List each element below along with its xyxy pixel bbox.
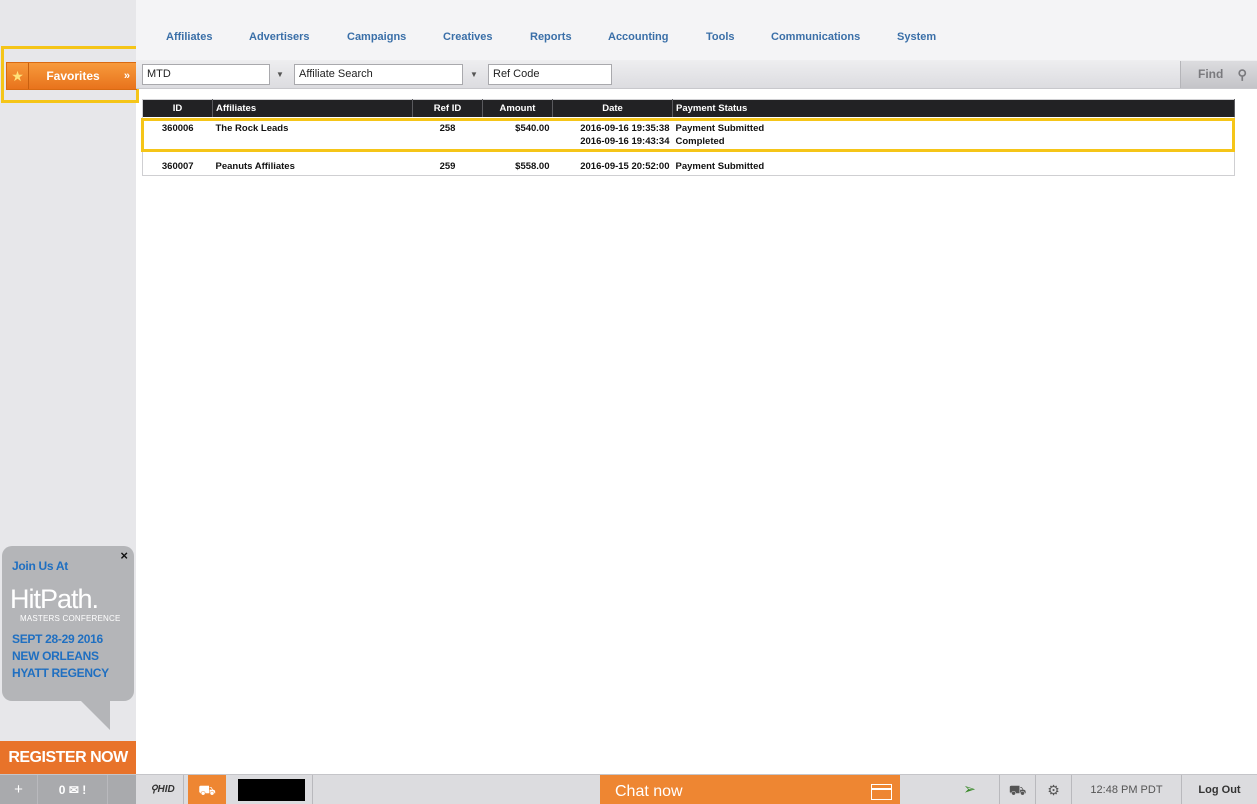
cell-ref-id: 258	[439, 122, 456, 134]
promo-join-text: Join Us At	[12, 559, 68, 573]
cell-amount: $540.00	[515, 122, 550, 134]
mail-alert: !	[82, 783, 87, 797]
nav-creatives[interactable]: Creatives	[443, 31, 493, 43]
table-header-row: ID Affiliates Ref ID Amount Date Payment…	[142, 99, 1235, 117]
favorites-button[interactable]: ★ Favorites »	[6, 62, 137, 90]
ref-code-input[interactable]: Ref Code	[488, 64, 612, 85]
period-select[interactable]: MTD	[142, 64, 270, 85]
cell-id: 360006	[161, 122, 194, 134]
conference-promo[interactable]: × Join Us At HitPath. MASTERS CONFERENCE…	[2, 546, 134, 701]
star-icon: ★	[7, 63, 29, 89]
hid-search-button[interactable]: ⚲HID	[142, 775, 184, 804]
promo-dates: SEPT 28-29 2016	[12, 632, 103, 646]
cell-affiliate[interactable]: Peanuts Affiliates	[213, 157, 413, 176]
cell-amount: $558.00	[515, 160, 550, 172]
left-sidebar: ★ Favorites » × Join Us At HitPath. MAST…	[0, 0, 139, 774]
col-header-payment-status[interactable]: Payment Status	[672, 99, 1235, 117]
register-now-button[interactable]: REGISTER NOW	[0, 741, 136, 774]
log-out-button[interactable]: Log Out	[1182, 775, 1257, 804]
nav-accounting[interactable]: Accounting	[608, 31, 669, 43]
status-line: Completed	[675, 135, 725, 147]
bottom-bar: + 0 ✉ ! ⚲HID ⛟ Chat now ➢ ⛟ ⚙ 12:48 PM P…	[0, 774, 1257, 804]
favorites-highlight: ★ Favorites »	[1, 46, 139, 103]
add-button[interactable]: +	[0, 775, 38, 804]
payments-table: ID Affiliates Ref ID Amount Date Payment…	[142, 99, 1235, 176]
nav-system[interactable]: System	[897, 31, 936, 43]
date-line: 2016-09-16 19:43:34	[580, 135, 670, 147]
hitpath-logo: HitPath.	[10, 584, 99, 614]
truck-icon[interactable]: ⛟	[188, 775, 226, 804]
mail-count: 0	[58, 783, 66, 797]
find-button[interactable]: Find ⚲	[1180, 61, 1257, 88]
gear-icon[interactable]: ⚙	[1036, 775, 1072, 804]
cell-affiliate[interactable]: The Rock Leads	[213, 117, 413, 157]
col-header-amount[interactable]: Amount	[482, 99, 553, 117]
nav-campaigns[interactable]: Campaigns	[347, 31, 406, 43]
col-header-ref-id[interactable]: Ref ID	[412, 99, 483, 117]
bottom-divider	[230, 775, 313, 804]
chevron-down-icon[interactable]: ▼	[465, 64, 483, 85]
col-header-id[interactable]: ID	[142, 99, 213, 117]
top-navigation: Affiliates Advertisers Campaigns Creativ…	[136, 0, 1257, 60]
table-row[interactable]: 360006 The Rock Leads 258 $540.00 2016-0…	[143, 117, 1235, 157]
date-line: 2016-09-16 19:35:38	[580, 122, 670, 134]
cell-id: 360007	[161, 160, 194, 172]
find-label: Find	[1198, 67, 1224, 81]
nav-reports[interactable]: Reports	[530, 31, 572, 43]
search-icon: ⚲	[1237, 67, 1247, 82]
truck-icon[interactable]: ⛟	[1000, 775, 1036, 804]
nav-tools[interactable]: Tools	[706, 31, 735, 43]
bottom-left-panel: + 0 ✉ !	[0, 775, 136, 804]
messages-button[interactable]: 0 ✉ !	[38, 775, 108, 804]
window-icon	[871, 784, 892, 800]
cell-status: Payment Submitted Completed	[673, 117, 1235, 157]
money-icon[interactable]: ➢	[940, 775, 1000, 804]
nav-affiliates[interactable]: Affiliates	[166, 31, 212, 43]
promo-subtitle: MASTERS CONFERENCE	[20, 614, 121, 623]
mail-icon: ✉	[68, 783, 79, 797]
hid-label: HID	[157, 784, 175, 795]
col-header-affiliates[interactable]: Affiliates	[212, 99, 413, 117]
chat-now-button[interactable]: Chat now	[600, 775, 900, 804]
search-icon: ⚲	[150, 784, 158, 795]
promo-city: NEW ORLEANS	[12, 649, 99, 663]
promo-venue: HYATT REGENCY	[12, 666, 109, 680]
col-header-date[interactable]: Date	[552, 99, 673, 117]
chevron-down-icon[interactable]: ▼	[271, 64, 289, 85]
promo-bubble-tail	[78, 698, 110, 730]
nav-advertisers[interactable]: Advertisers	[249, 31, 310, 43]
chat-label: Chat now	[615, 783, 683, 800]
favorites-label: Favorites	[46, 69, 100, 83]
close-icon[interactable]: ×	[120, 548, 128, 563]
cell-ref-id: 259	[439, 160, 456, 172]
expand-arrows-icon[interactable]: »	[124, 63, 130, 89]
filter-bar: MTD ▼ Affiliate Search ▼ Ref Code Find ⚲	[136, 60, 1257, 89]
status-line: Payment Submitted	[675, 122, 765, 134]
table-row[interactable]: 360007 Peanuts Affiliates 259 $558.00 20…	[143, 157, 1235, 176]
cell-date: 2016-09-16 19:35:38 2016-09-16 19:43:34	[553, 117, 673, 157]
nav-communications[interactable]: Communications	[771, 31, 860, 43]
cell-status: Payment Submitted	[675, 160, 765, 172]
affiliate-search-select[interactable]: Affiliate Search	[294, 64, 463, 85]
cell-date: 2016-09-15 20:52:00	[580, 160, 670, 172]
clock-time: 12:48 PM PDT	[1072, 775, 1182, 804]
